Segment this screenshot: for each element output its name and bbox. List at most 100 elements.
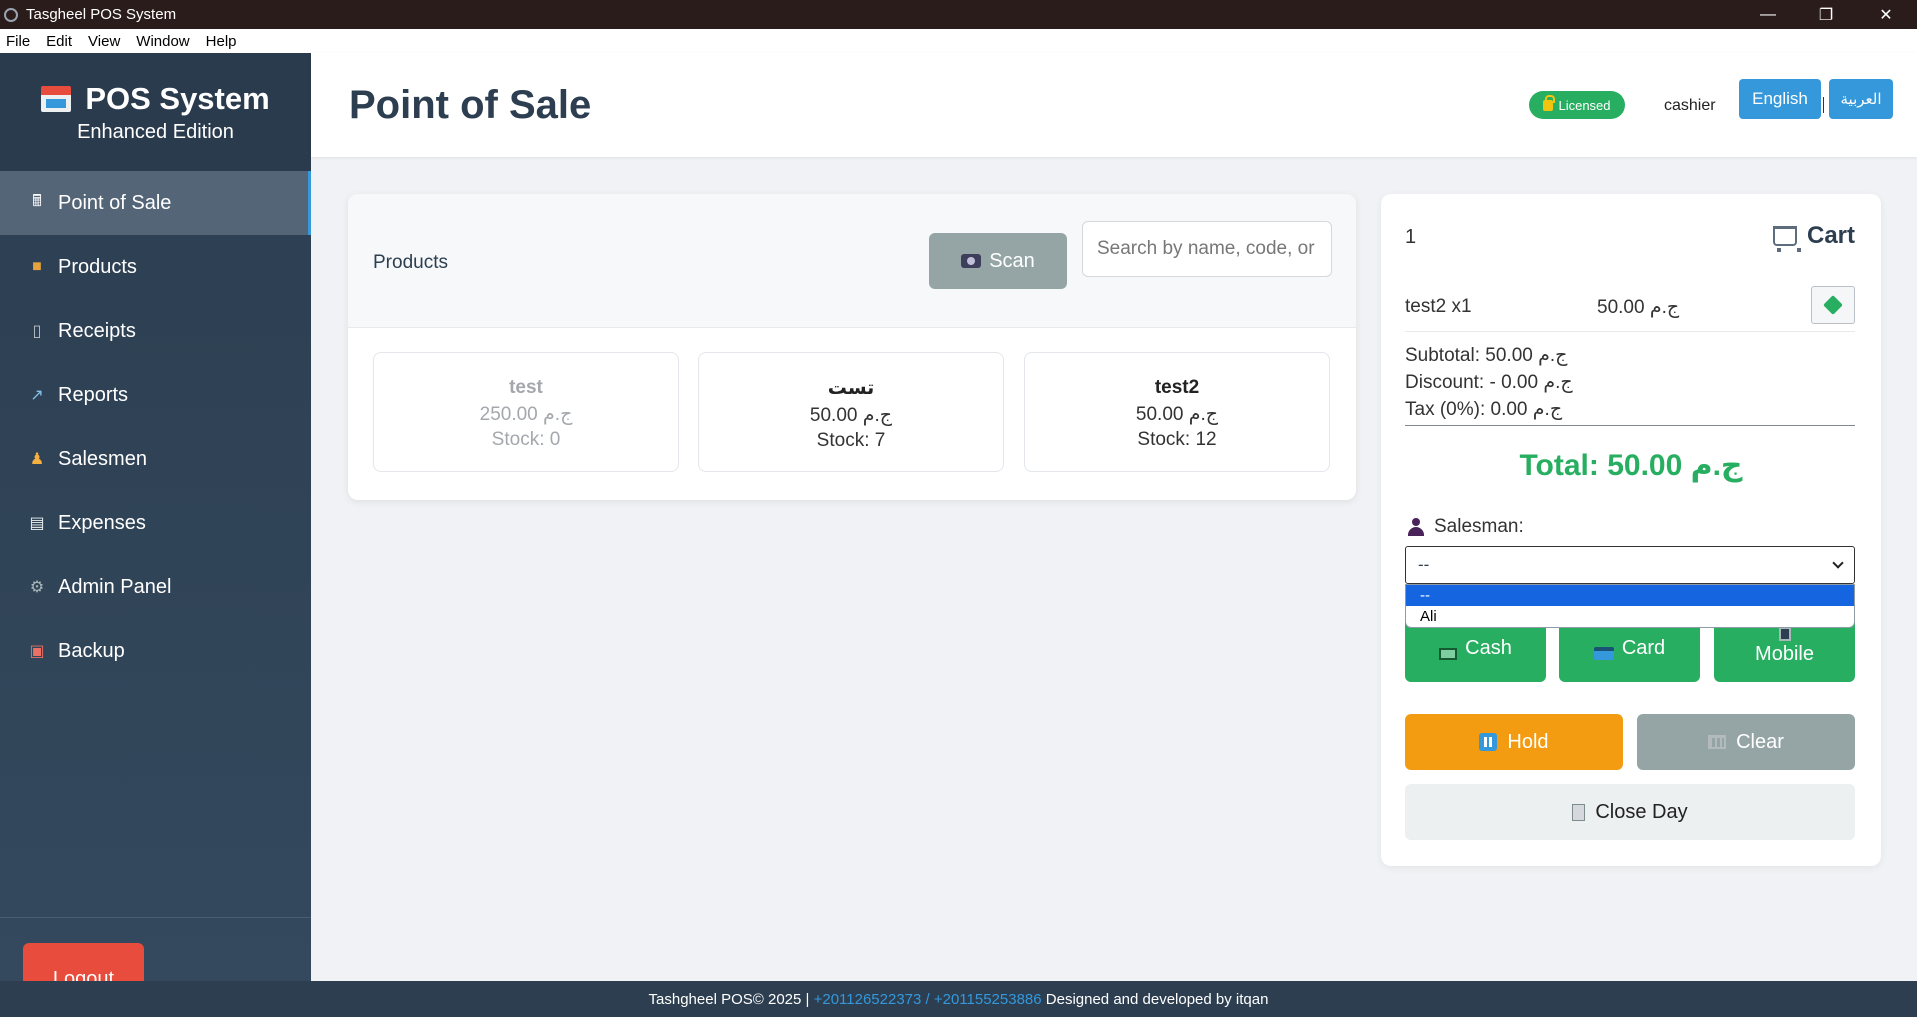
lang-arabic-button[interactable]: العربية xyxy=(1829,79,1893,119)
cart-panel: 1 Cart test2 x1 50.00 ج.م Subtotal: 50.0… xyxy=(1381,194,1881,866)
pause-icon xyxy=(1479,733,1498,751)
product-card-test-ar[interactable]: تست 50.00 ج.م Stock: 7 xyxy=(698,352,1004,472)
license-badge: Licensed xyxy=(1529,91,1625,119)
product-name: تست xyxy=(827,378,875,399)
remove-item-button[interactable] xyxy=(1811,286,1855,324)
footer-credits: Designed and developed by itqan xyxy=(1041,990,1269,1008)
menu-file[interactable]: File xyxy=(0,33,38,50)
tax: Tax (0%): 0.00 ج.م xyxy=(1405,399,1563,420)
footer: Tashgheel POS© 2025 | +201126522373 / +2… xyxy=(0,981,1917,1017)
product-name: test2 xyxy=(1154,377,1200,398)
cart-total: Total: 50.00 ج.م xyxy=(1519,449,1743,482)
hold-button[interactable]: Hold xyxy=(1405,714,1623,770)
trash-icon xyxy=(1708,735,1727,749)
sidebar-item-label: Point of Sale xyxy=(58,191,172,214)
lang-english-button[interactable]: English xyxy=(1739,79,1821,119)
menu-bar: File Edit View Window Help xyxy=(0,29,1917,53)
sidebar-item-salesmen[interactable]: ♟ Salesmen xyxy=(0,427,311,491)
product-price: 50.00 ج.م xyxy=(1135,404,1219,425)
page-header: Point of Sale Licensed cashier English ا… xyxy=(311,53,1917,157)
restore-button[interactable]: ❐ xyxy=(1797,0,1855,29)
sidebar-item-backup[interactable]: ▣ Backup xyxy=(0,619,311,683)
person-icon xyxy=(1408,518,1424,536)
discount: Discount: - 0.00 ج.م xyxy=(1405,372,1573,393)
cart-item-name: test2 x1 xyxy=(1405,296,1472,317)
sidebar-item-label: Salesmen xyxy=(58,447,147,470)
close-button[interactable]: ✕ xyxy=(1857,0,1915,29)
sidebar-item-point-of-sale[interactable]: 🖩 Point of Sale xyxy=(0,171,311,235)
product-card-test2[interactable]: test2 50.00 ج.م Stock: 12 xyxy=(1024,352,1330,472)
cart-title-label: Cart xyxy=(1806,222,1855,249)
products-panel: Products Scan test 250.00 ج.م Stock: 0 ت… xyxy=(348,194,1356,500)
page-title: Point of Sale xyxy=(349,83,592,127)
current-user: cashier xyxy=(1664,97,1716,114)
salesman-selected-value: -- xyxy=(1418,555,1430,574)
product-price: 50.00 ج.م xyxy=(809,405,893,426)
window-titlebar: Tasgheel POS System — ❐ ✕ xyxy=(0,0,1917,29)
person-icon: ♟ xyxy=(29,451,45,468)
chevron-down-icon xyxy=(1832,557,1844,569)
camera-icon xyxy=(961,254,982,268)
sidebar-divider xyxy=(0,917,311,918)
product-stock: Stock: 0 xyxy=(491,429,561,450)
product-price: 250.00 ج.م xyxy=(479,404,573,425)
menu-window[interactable]: Window xyxy=(128,33,197,50)
close-day-button[interactable]: Close Day xyxy=(1405,784,1855,840)
chart-icon: ↗ xyxy=(30,387,44,404)
hold-label: Hold xyxy=(1507,730,1549,753)
menu-view[interactable]: View xyxy=(80,33,128,50)
brand-subtitle: Enhanced Edition xyxy=(77,121,234,143)
app-icon xyxy=(4,7,18,22)
brand: POS System Enhanced Edition xyxy=(0,53,311,171)
cart-count: 1 xyxy=(1405,226,1417,248)
sidebar-item-label: Expenses xyxy=(58,511,146,534)
salesman-label-text: Salesman: xyxy=(1434,516,1524,537)
salesman-option-none[interactable]: -- xyxy=(1406,585,1854,606)
sidebar-item-label: Receipts xyxy=(58,319,136,342)
sidebar-item-label: Products xyxy=(58,255,137,278)
cart-icon xyxy=(1772,226,1801,252)
salesman-option-ali[interactable]: Ali xyxy=(1406,606,1854,627)
cart-item-price: 50.00 ج.م xyxy=(1597,297,1680,318)
product-search-input[interactable] xyxy=(1082,221,1332,277)
brand-title: POS System xyxy=(85,81,270,116)
sidebar-item-reports[interactable]: ↗ Reports xyxy=(0,363,311,427)
credit-card-icon xyxy=(1593,647,1614,660)
scan-label: Scan xyxy=(989,249,1035,272)
scan-button[interactable]: Scan xyxy=(929,233,1067,289)
clear-button[interactable]: Clear xyxy=(1637,714,1855,770)
clear-label: Clear xyxy=(1736,730,1784,753)
footer-copyright: Tashgheel POS© 2025 | xyxy=(648,990,814,1008)
menu-help[interactable]: Help xyxy=(198,33,245,50)
sidebar-item-label: Reports xyxy=(58,383,129,406)
pay-card-label: Card xyxy=(1621,637,1666,659)
product-name: test xyxy=(509,377,543,398)
close-day-label: Close Day xyxy=(1595,800,1688,823)
footer-phones[interactable]: +201126522373 / +201155253886 xyxy=(814,991,1042,1008)
salesman-select[interactable]: -- xyxy=(1405,546,1855,584)
register-icon: 🖩 xyxy=(32,192,42,210)
pay-mobile-label: Mobile xyxy=(1755,643,1814,665)
receipt-icon: ▯ xyxy=(32,323,42,340)
store-icon xyxy=(41,86,72,112)
subtotal: Subtotal: 50.00 ج.م xyxy=(1405,345,1568,366)
product-card-test[interactable]: test 250.00 ج.م Stock: 0 xyxy=(373,352,679,472)
mobile-phone-icon xyxy=(1778,627,1791,641)
salesman-dropdown: -- Ali xyxy=(1405,584,1855,628)
product-stock: Stock: 12 xyxy=(1137,429,1217,450)
eraser-icon xyxy=(1823,295,1843,315)
sidebar-item-receipts[interactable]: ▯ Receipts xyxy=(0,299,311,363)
cash-icon xyxy=(1439,648,1458,660)
product-stock: Stock: 7 xyxy=(816,430,886,451)
logout-button[interactable]: Logout xyxy=(23,943,144,990)
minimize-button[interactable]: — xyxy=(1739,0,1797,29)
sidebar-item-expenses[interactable]: ▤ Expenses xyxy=(0,491,311,555)
sidebar-item-products[interactable]: ■ Products xyxy=(0,235,311,299)
gear-icon: ⚙ xyxy=(29,579,45,596)
document-icon xyxy=(1572,803,1586,821)
menu-edit[interactable]: Edit xyxy=(38,33,80,50)
sidebar-item-admin-panel[interactable]: ⚙ Admin Panel xyxy=(0,555,311,619)
cart-item: test2 x1 50.00 ج.م xyxy=(1405,286,1855,332)
products-header: Products Scan xyxy=(348,194,1356,328)
sidebar: POS System Enhanced Edition 🖩 Point of S… xyxy=(0,53,311,990)
